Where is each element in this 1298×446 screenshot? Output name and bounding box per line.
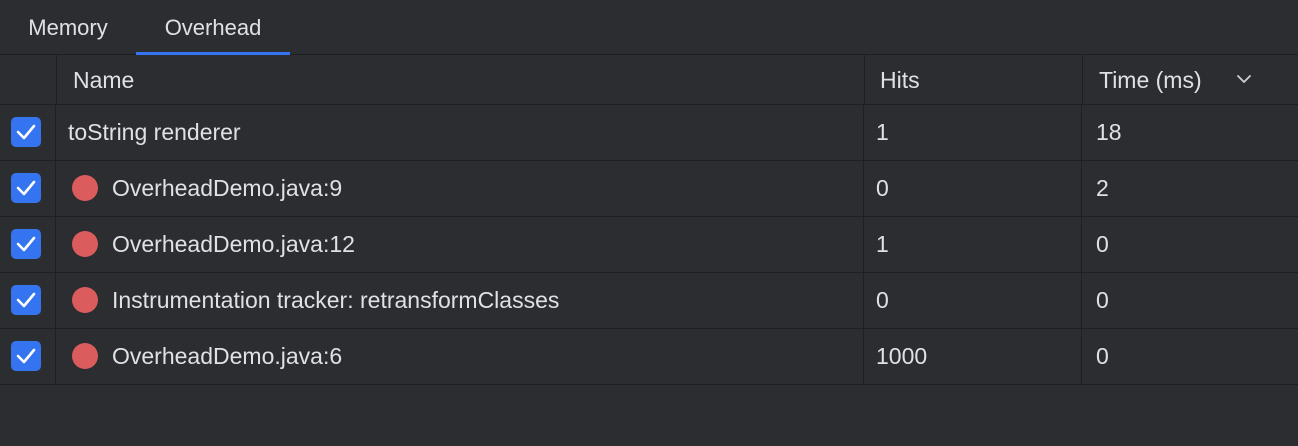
checkmark-icon [16, 180, 36, 196]
overhead-panel: Memory Overhead Name Hits Time (ms) toSt… [0, 0, 1298, 446]
checkbox-cell [0, 105, 56, 160]
hits-cell: 1 [864, 105, 1082, 160]
enabled-checkbox[interactable] [11, 173, 41, 203]
hits-cell: 0 [864, 161, 1082, 216]
name-cell: OverheadDemo.java:9 [56, 161, 864, 216]
header-checkbox-column [0, 55, 57, 104]
header-name[interactable]: Name [57, 55, 865, 104]
table-row[interactable]: OverheadDemo.java:12 1 0 [0, 217, 1298, 273]
checkbox-cell [0, 161, 56, 216]
checkbox-cell [0, 329, 56, 384]
breakpoint-icon [72, 230, 98, 257]
enabled-checkbox[interactable] [11, 117, 41, 147]
name-cell: toString renderer [56, 105, 864, 160]
breakpoint-icon [72, 174, 98, 201]
enabled-checkbox[interactable] [11, 285, 41, 315]
header-time[interactable]: Time (ms) [1083, 55, 1298, 104]
checkbox-cell [0, 273, 56, 328]
table-row[interactable]: OverheadDemo.java:9 0 2 [0, 161, 1298, 217]
enabled-checkbox[interactable] [11, 229, 41, 259]
tab-memory[interactable]: Memory [0, 0, 136, 55]
time-cell: 2 [1096, 175, 1109, 201]
tab-bar: Memory Overhead [0, 0, 1298, 56]
header-hits[interactable]: Hits [865, 55, 1083, 104]
time-cell: 18 [1096, 119, 1122, 145]
table-row[interactable]: OverheadDemo.java:6 1000 0 [0, 329, 1298, 385]
hits-cell: 1000 [864, 329, 1082, 384]
time-cell: 0 [1096, 343, 1109, 369]
row-name: OverheadDemo.java:6 [112, 343, 343, 369]
name-cell: OverheadDemo.java:6 [56, 329, 864, 384]
enabled-checkbox[interactable] [11, 341, 41, 371]
hits-cell: 0 [864, 273, 1082, 328]
tab-overhead[interactable]: Overhead [136, 0, 290, 56]
checkbox-cell [0, 217, 56, 272]
time-cell: 0 [1096, 287, 1109, 313]
row-name: toString renderer [68, 119, 241, 145]
row-name: Instrumentation tracker: retransformClas… [112, 287, 560, 313]
checkmark-icon [16, 292, 36, 308]
row-name: OverheadDemo.java:12 [112, 231, 355, 257]
row-name: OverheadDemo.java:9 [112, 175, 343, 201]
table-header: Name Hits Time (ms) [0, 55, 1298, 105]
hits-cell: 1 [864, 217, 1082, 272]
checkmark-icon [16, 124, 36, 140]
chevron-down-icon[interactable] [1234, 69, 1254, 89]
table-row[interactable]: toString renderer 1 18 [0, 105, 1298, 161]
checkmark-icon [16, 236, 36, 252]
table-row[interactable]: Instrumentation tracker: retransformClas… [0, 273, 1298, 329]
overhead-table: Name Hits Time (ms) toString renderer 1 18… [0, 55, 1298, 385]
name-cell: Instrumentation tracker: retransformClas… [56, 273, 864, 328]
breakpoint-icon [72, 342, 98, 369]
breakpoint-icon [72, 286, 98, 313]
time-cell: 0 [1096, 231, 1109, 257]
checkmark-icon [16, 348, 36, 364]
name-cell: OverheadDemo.java:12 [56, 217, 864, 272]
